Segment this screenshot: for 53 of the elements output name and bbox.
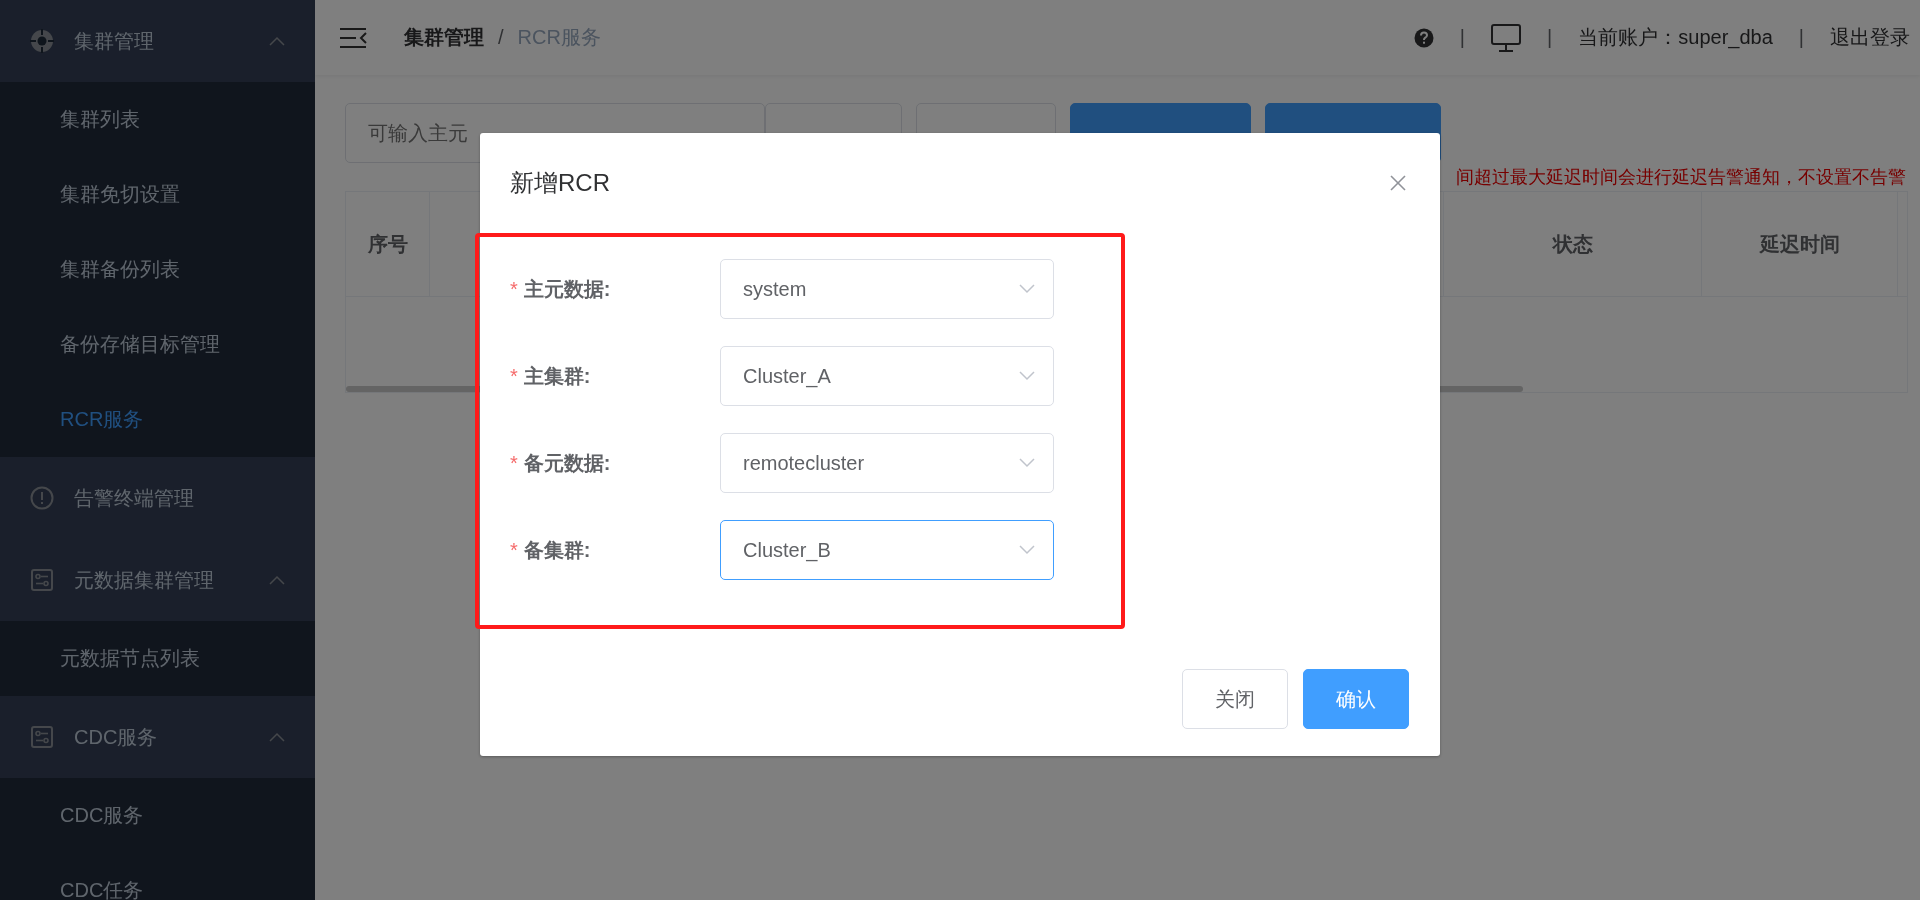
close-button[interactable]: 关闭 [1182, 669, 1288, 729]
sliders-icon [30, 568, 54, 592]
column-header: 序号 [346, 192, 430, 296]
sidebar-group[interactable]: CDC服务 [0, 696, 315, 778]
breadcrumb-separator: / [498, 26, 504, 49]
field-label: * 备元数据: [510, 450, 612, 476]
chevron-down-icon [1019, 284, 1035, 294]
chevron-down-icon [1019, 371, 1035, 381]
field-label: * 备集群: [510, 537, 592, 563]
sidebar-group[interactable]: 告警终端管理 [0, 457, 315, 539]
logout-link[interactable]: 退出登录 [1830, 24, 1910, 51]
separator-text: | [1798, 26, 1804, 49]
separator-text: | [1547, 26, 1553, 49]
sidebar-item[interactable]: CDC服务 [0, 778, 315, 853]
sidebar-item[interactable]: 集群备份列表 [0, 232, 315, 307]
close-icon[interactable] [1390, 175, 1406, 191]
alert-icon [30, 486, 54, 510]
confirm-button[interactable]: 确认 [1303, 669, 1409, 729]
sidebar-item[interactable]: 备份存储目标管理 [0, 307, 315, 382]
chevron-down-icon [1019, 545, 1035, 555]
column-header: 延迟时间 [1702, 192, 1898, 296]
sidebar-item[interactable]: 集群列表 [0, 82, 315, 157]
sidebar-item[interactable]: 集群免切设置 [0, 157, 315, 232]
sidebar-item[interactable]: CDC任务 [0, 853, 315, 900]
separator-text: | [1459, 26, 1466, 49]
group-label: CDC服务 [74, 724, 159, 750]
select-field[interactable]: remotecluster [720, 433, 1054, 493]
sidebar-group[interactable]: 集群管理 [0, 0, 315, 82]
target-icon [30, 29, 54, 53]
monitor-icon[interactable] [1491, 23, 1522, 52]
chevron-down-icon [1019, 458, 1035, 468]
sliders-icon [30, 725, 54, 749]
group-label: 告警终端管理 [74, 485, 195, 511]
field-label: * 主元数据: [510, 276, 612, 302]
select-field[interactable]: Cluster_B [720, 520, 1054, 580]
breadcrumb-item[interactable]: 集群管理 [404, 24, 484, 51]
group-label: 集群管理 [74, 28, 155, 54]
select-field[interactable]: system [720, 259, 1054, 319]
group-label: 元数据集群管理 [74, 567, 215, 593]
account-label: 当前账户：super_dba [1578, 25, 1773, 51]
field-label: * 主集群: [510, 363, 592, 389]
select-field[interactable]: Cluster_A [720, 346, 1054, 406]
sidebar-item[interactable]: 元数据节点列表 [0, 621, 315, 696]
menu-icon[interactable] [340, 26, 368, 49]
dialog-title: 新增RCR [510, 168, 610, 198]
caret-icon [269, 575, 285, 585]
help-icon[interactable] [1413, 27, 1434, 48]
caret-icon [269, 36, 285, 46]
notice-text: 间超过最大延迟时间会进行延迟告警通知，不设置不告警 [1456, 166, 1906, 189]
column-header: 状态 [1444, 192, 1702, 296]
sidebar-item[interactable]: RCR服务 [0, 382, 315, 457]
sidebar-group[interactable]: 元数据集群管理 [0, 539, 315, 621]
caret-icon [269, 732, 285, 742]
